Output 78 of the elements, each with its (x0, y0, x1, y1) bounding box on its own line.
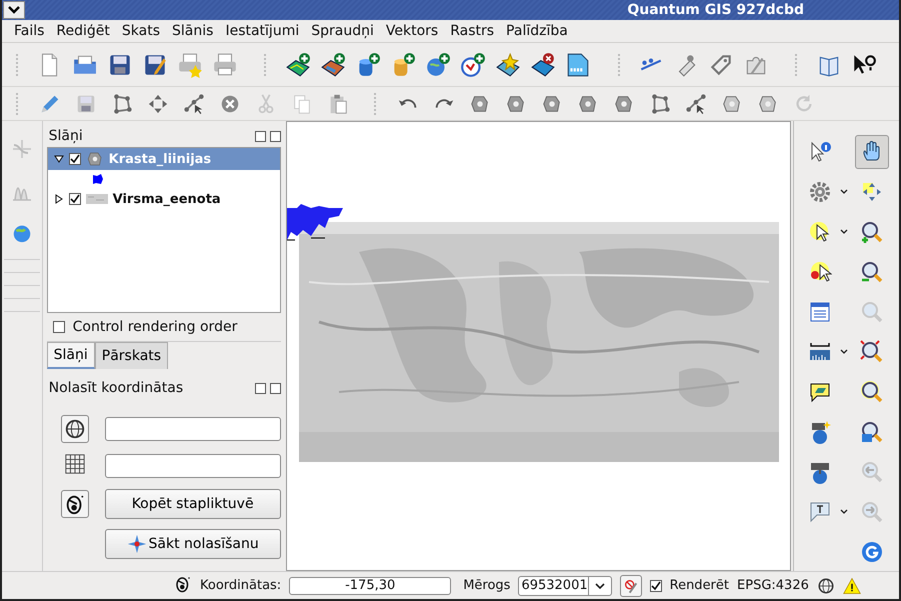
panel-title: Slāņi (48, 128, 84, 144)
checkbox[interactable] (68, 153, 81, 165)
printer-icon (212, 52, 238, 78)
nodes-icon (111, 92, 133, 114)
file-icon (565, 52, 592, 78)
warning-icon (842, 576, 861, 594)
layer-name: Virsma_eenota (112, 192, 221, 206)
zoom-layer-icon (860, 380, 884, 404)
crs-button[interactable] (60, 415, 89, 443)
scale-label: Mērogs (463, 578, 510, 593)
gear-icon (808, 180, 832, 204)
close-button[interactable] (270, 130, 281, 142)
checkbox-label: Control rendering order (72, 319, 238, 335)
stop-render-button[interactable] (620, 574, 642, 596)
move-icon (147, 92, 169, 114)
menu-item[interactable]: Vektors (380, 23, 444, 39)
layer-add-icon (284, 52, 311, 78)
zoom-out-icon (860, 260, 884, 284)
no-render-icon (622, 578, 639, 594)
menu-item[interactable]: Iestatījumi (219, 23, 306, 39)
checkbox[interactable] (52, 321, 65, 333)
layer-remove-icon (530, 52, 556, 78)
coordinate-field[interactable] (104, 417, 281, 441)
node-tool-icon (183, 92, 205, 114)
menu-item[interactable]: Fails (8, 23, 50, 39)
expand-arrow-icon[interactable] (54, 194, 64, 204)
checkbox[interactable] (68, 193, 81, 205)
window-title: Quantum GIS 927dcbd (626, 2, 805, 18)
menu-item[interactable]: Palīdzība (500, 23, 574, 39)
zoom-last-icon (860, 460, 884, 484)
select-icon (808, 220, 832, 244)
raster-icon (86, 194, 108, 204)
tab[interactable]: Pārskats (94, 342, 168, 369)
coordinates-label: Koordinātas: (200, 578, 282, 593)
tab[interactable]: Slāņi (46, 342, 95, 369)
float-button[interactable] (254, 382, 266, 394)
scale-combo[interactable]: 69532001 (518, 576, 612, 596)
menu-item[interactable]: Rastrs (444, 23, 500, 39)
zoom-next-icon (860, 500, 884, 524)
globe-add-icon (425, 52, 451, 78)
zoom-in-icon (860, 220, 884, 244)
copy-button[interactable]: Kopēt stapliktuvē (104, 489, 281, 519)
panel-title: Nolasīt koordinātas (48, 380, 184, 396)
map-tool-button[interactable] (854, 135, 889, 169)
float-button[interactable] (254, 130, 266, 142)
zoom-selection-icon (860, 420, 884, 444)
checkbox[interactable] (650, 580, 662, 592)
menu-item[interactable]: Skats (116, 23, 166, 39)
checkbox-label: Renderēt (670, 578, 730, 593)
grid-icon (64, 453, 86, 475)
nodes-icon (649, 92, 671, 114)
copy-icon (291, 92, 313, 114)
zoom-native-icon (860, 300, 884, 324)
layer-name: Krasta_liinijas (108, 152, 212, 166)
layer-star-icon (495, 52, 522, 78)
window-menu-button[interactable] (3, 1, 25, 19)
menu-item[interactable]: Spraudņi (305, 23, 380, 39)
mouse-tracking-button[interactable] (60, 490, 89, 518)
fill-symbol-icon (92, 173, 104, 185)
chevron-icon (8, 6, 20, 14)
zoom-full-icon (860, 340, 884, 364)
collapse-arrow-icon[interactable] (54, 154, 64, 164)
dock-handle-drawing[interactable] (4, 259, 40, 312)
coordinates-field[interactable]: -175,30 (289, 576, 452, 594)
node-tool-icon (685, 92, 707, 114)
menu-item[interactable]: Rediģēt (50, 23, 116, 39)
table-icon (808, 300, 832, 324)
crs-label[interactable]: EPSG:4326 (737, 578, 809, 593)
layer-row[interactable]: Virsma_eenota (48, 188, 280, 210)
shape-icon (86, 150, 104, 168)
close-button[interactable] (270, 382, 281, 394)
coordinate-field[interactable] (104, 454, 281, 478)
crosshair-icon (126, 534, 147, 554)
text-icon (808, 500, 832, 524)
raster-add-icon (320, 52, 346, 78)
menu-item[interactable]: Slānis (166, 23, 220, 39)
printer-star-icon (176, 52, 203, 78)
start-capture-button[interactable]: Sākt nolasīšanu (104, 529, 281, 559)
